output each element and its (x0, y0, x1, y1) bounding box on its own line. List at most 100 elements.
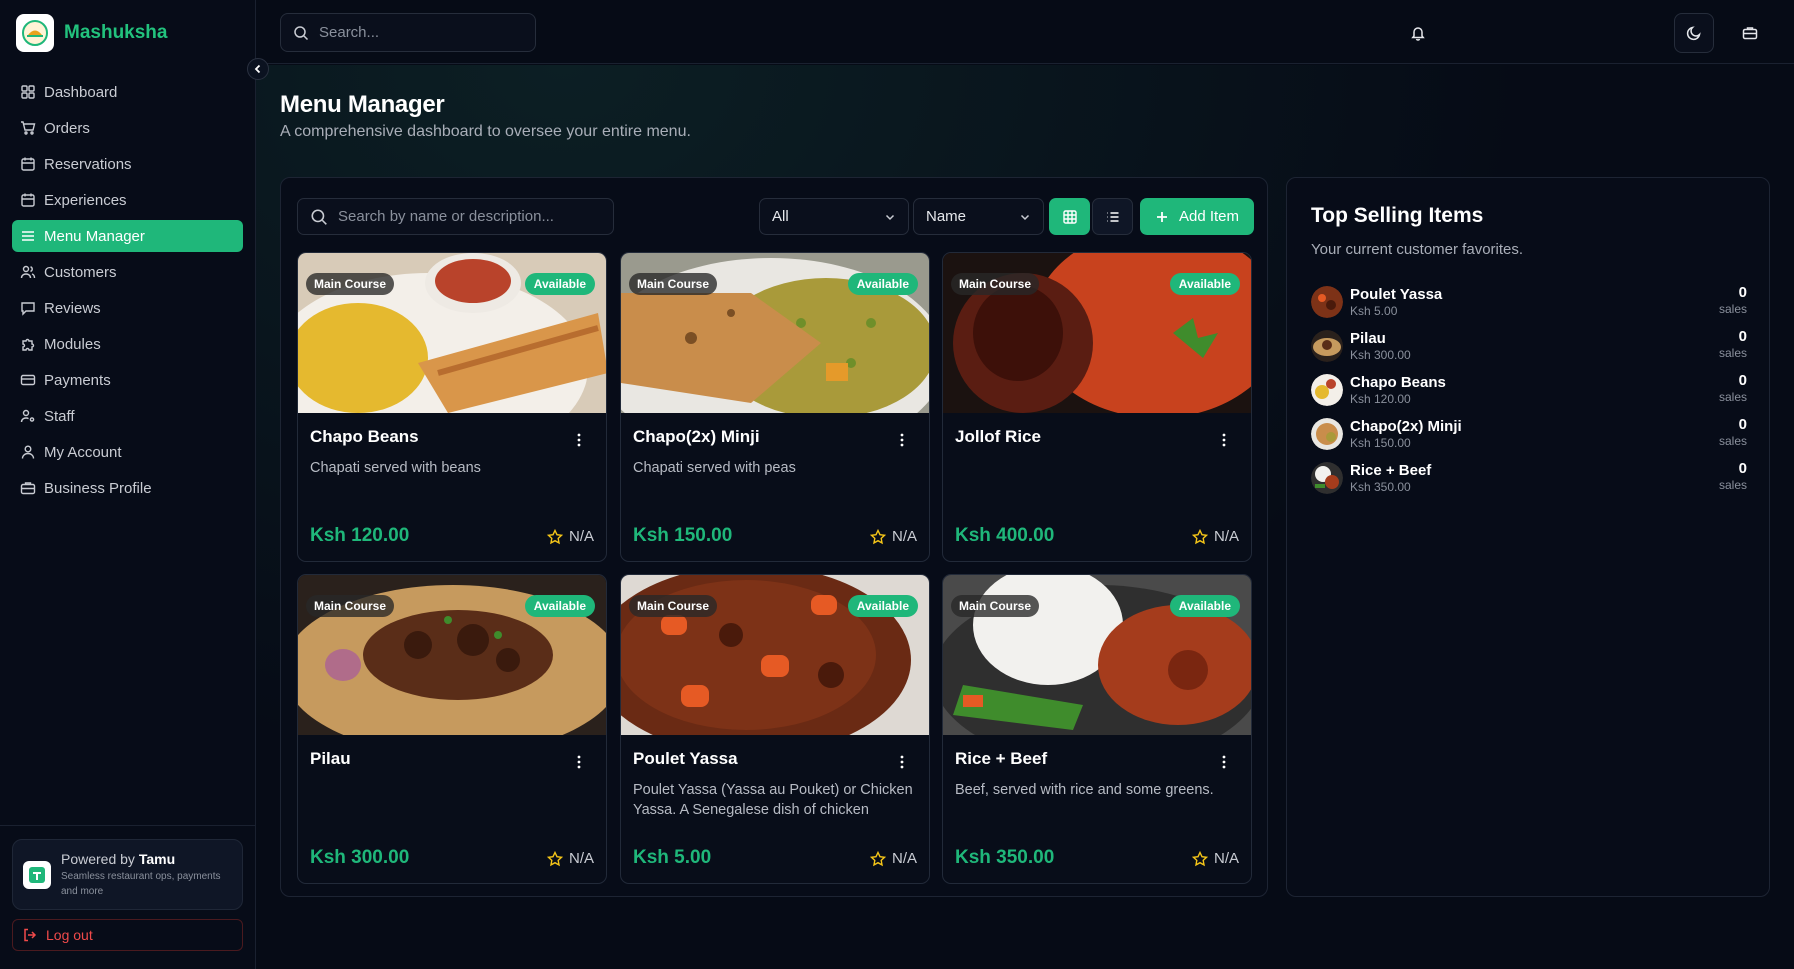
page-subtitle: A comprehensive dashboard to oversee you… (280, 123, 691, 140)
top-item-name: Poulet Yassa (1350, 285, 1443, 303)
top-selling-item[interactable]: Pilau Ksh 300.00 0 sales (1311, 324, 1747, 368)
top-item-price: Ksh 300.00 (1350, 347, 1411, 362)
global-search-input[interactable]: Search... (280, 13, 536, 52)
top-selling-item[interactable]: Chapo Beans Ksh 120.00 0 sales (1311, 368, 1747, 412)
sidebar-item-label: Experiences (44, 191, 127, 209)
item-options-button[interactable] (1217, 753, 1231, 771)
rating-value: N/A (1213, 850, 1239, 867)
tamu-logo-icon (23, 860, 51, 889)
powered-by-card[interactable]: Powered by Tamu Seamless restaurant ops,… (12, 839, 243, 910)
dashboard-icon (21, 85, 35, 99)
page-title: Menu Manager (280, 91, 445, 118)
menu-item-card[interactable]: Main Course Available Rice + Beef Beef, … (942, 574, 1252, 884)
top-selling-item[interactable]: Chapo(2x) Minji Ksh 150.00 0 sales (1311, 412, 1747, 456)
sidebar-nav: Dashboard Orders Reservations Experience… (12, 76, 243, 508)
sidebar-item-experiences[interactable]: Experiences (12, 184, 243, 216)
item-description: Beef, served with rice and some greens. (955, 782, 1214, 798)
item-name: Jollof Rice (955, 427, 1041, 446)
top-selling-subtitle: Your current customer favorites. (1311, 241, 1524, 258)
top-item-price: Ksh 5.00 (1350, 303, 1398, 318)
sidebar-item-menu-manager[interactable]: Menu Manager (12, 220, 243, 252)
top-selling-item[interactable]: Poulet Yassa Ksh 5.00 0 sales (1311, 280, 1747, 324)
sidebar-item-staff[interactable]: Staff (12, 400, 243, 432)
sidebar-item-payments[interactable]: Payments (12, 364, 243, 396)
brand[interactable]: Mashuksha (16, 14, 167, 52)
category-badge: Main Course (951, 273, 1040, 295)
topbar: Search... (256, 0, 1794, 64)
top-item-name: Pilau (1350, 329, 1386, 347)
item-rating: N/A (869, 528, 917, 545)
list-icon (1107, 211, 1118, 222)
global-search-placeholder: Search... (319, 24, 380, 41)
business-switch-button[interactable] (1730, 13, 1770, 53)
item-name: Chapo(2x) Minji (633, 427, 760, 446)
item-price: Ksh 400.00 (955, 525, 1055, 546)
status-badge: Available (524, 595, 595, 617)
user-icon (21, 445, 35, 459)
item-options-button[interactable] (895, 753, 909, 771)
item-options-button[interactable] (1217, 431, 1231, 449)
rating-value: N/A (1213, 528, 1239, 545)
item-options-button[interactable] (572, 753, 586, 771)
calendar-icon (21, 157, 35, 171)
star-icon (869, 850, 886, 866)
sidebar-item-business-profile[interactable]: Business Profile (12, 472, 243, 504)
plus-icon (1156, 211, 1167, 222)
top-item-sales-count: 0 (1738, 416, 1747, 433)
list-view-button[interactable] (1092, 198, 1133, 235)
category-filter-select[interactable]: All (759, 198, 909, 235)
main-content: Menu Manager A comprehensive dashboard t… (256, 65, 1794, 969)
star-icon (1191, 850, 1208, 866)
sidebar-item-reservations[interactable]: Reservations (12, 148, 243, 180)
sort-select[interactable]: Name (913, 198, 1044, 235)
powered-brand: Tamu (138, 850, 176, 867)
top-item-sales-count: 0 (1738, 328, 1747, 345)
collapse-sidebar-button[interactable] (247, 58, 269, 80)
menu-item-card[interactable]: Main Course Available Pilau Ksh 300.00 N… (297, 574, 607, 884)
grid-view-button[interactable] (1049, 198, 1090, 235)
menu-search-input[interactable]: Search by name or description... (297, 198, 614, 235)
top-item-sales-count: 0 (1738, 460, 1747, 477)
more-vertical-icon (577, 755, 581, 769)
logout-button[interactable]: Log out (12, 919, 243, 951)
top-selling-item[interactable]: Rice + Beef Ksh 350.00 0 sales (1311, 456, 1747, 500)
rating-value: N/A (568, 850, 594, 867)
sidebar-item-label: My Account (44, 443, 122, 461)
item-thumbnail (1311, 330, 1343, 362)
item-thumbnail (1311, 374, 1343, 406)
add-item-button[interactable]: Add Item (1140, 198, 1254, 235)
top-item-sales-unit: sales (1718, 390, 1747, 404)
sidebar-item-my-account[interactable]: My Account (12, 436, 243, 468)
status-badge: Available (847, 595, 918, 617)
notifications-button[interactable] (1398, 13, 1438, 53)
sidebar-item-label: Business Profile (44, 479, 152, 497)
search-icon (311, 208, 327, 225)
brand-name: Mashuksha (64, 22, 168, 43)
item-rating: N/A (1191, 528, 1239, 545)
sidebar-item-label: Customers (44, 263, 117, 281)
sidebar-item-label: Payments (44, 371, 111, 389)
menu-icon (22, 231, 34, 241)
sidebar-item-dashboard[interactable]: Dashboard (12, 76, 243, 108)
moon-icon (1686, 26, 1701, 41)
item-options-button[interactable] (572, 431, 586, 449)
menu-item-card[interactable]: Main Course Available Chapo Beans Chapat… (297, 252, 607, 562)
users-icon (20, 265, 36, 279)
menu-item-card[interactable]: Main Course Available Chapo(2x) Minji Ch… (620, 252, 930, 562)
menu-item-card[interactable]: Main Course Available Jollof Rice Ksh 40… (942, 252, 1252, 562)
item-rating: N/A (546, 850, 594, 867)
sidebar-item-modules[interactable]: Modules (12, 328, 243, 360)
rating-value: N/A (891, 528, 917, 545)
menu-item-card[interactable]: Main Course Available Poulet Yassa Poule… (620, 574, 930, 884)
logout-label: Log out (46, 927, 93, 943)
powered-by-subtitle: Seamless restaurant ops, payments and mo… (61, 870, 221, 897)
sidebar-item-reviews[interactable]: Reviews (12, 292, 243, 324)
item-name: Rice + Beef (955, 749, 1048, 768)
sidebar-item-customers[interactable]: Customers (12, 256, 243, 288)
sidebar-item-orders[interactable]: Orders (12, 112, 243, 144)
top-item-name: Chapo Beans (1350, 373, 1446, 391)
view-toggle (1049, 198, 1136, 235)
theme-toggle-button[interactable] (1674, 13, 1714, 53)
item-options-button[interactable] (895, 431, 909, 449)
sidebar-item-label: Staff (44, 407, 75, 425)
